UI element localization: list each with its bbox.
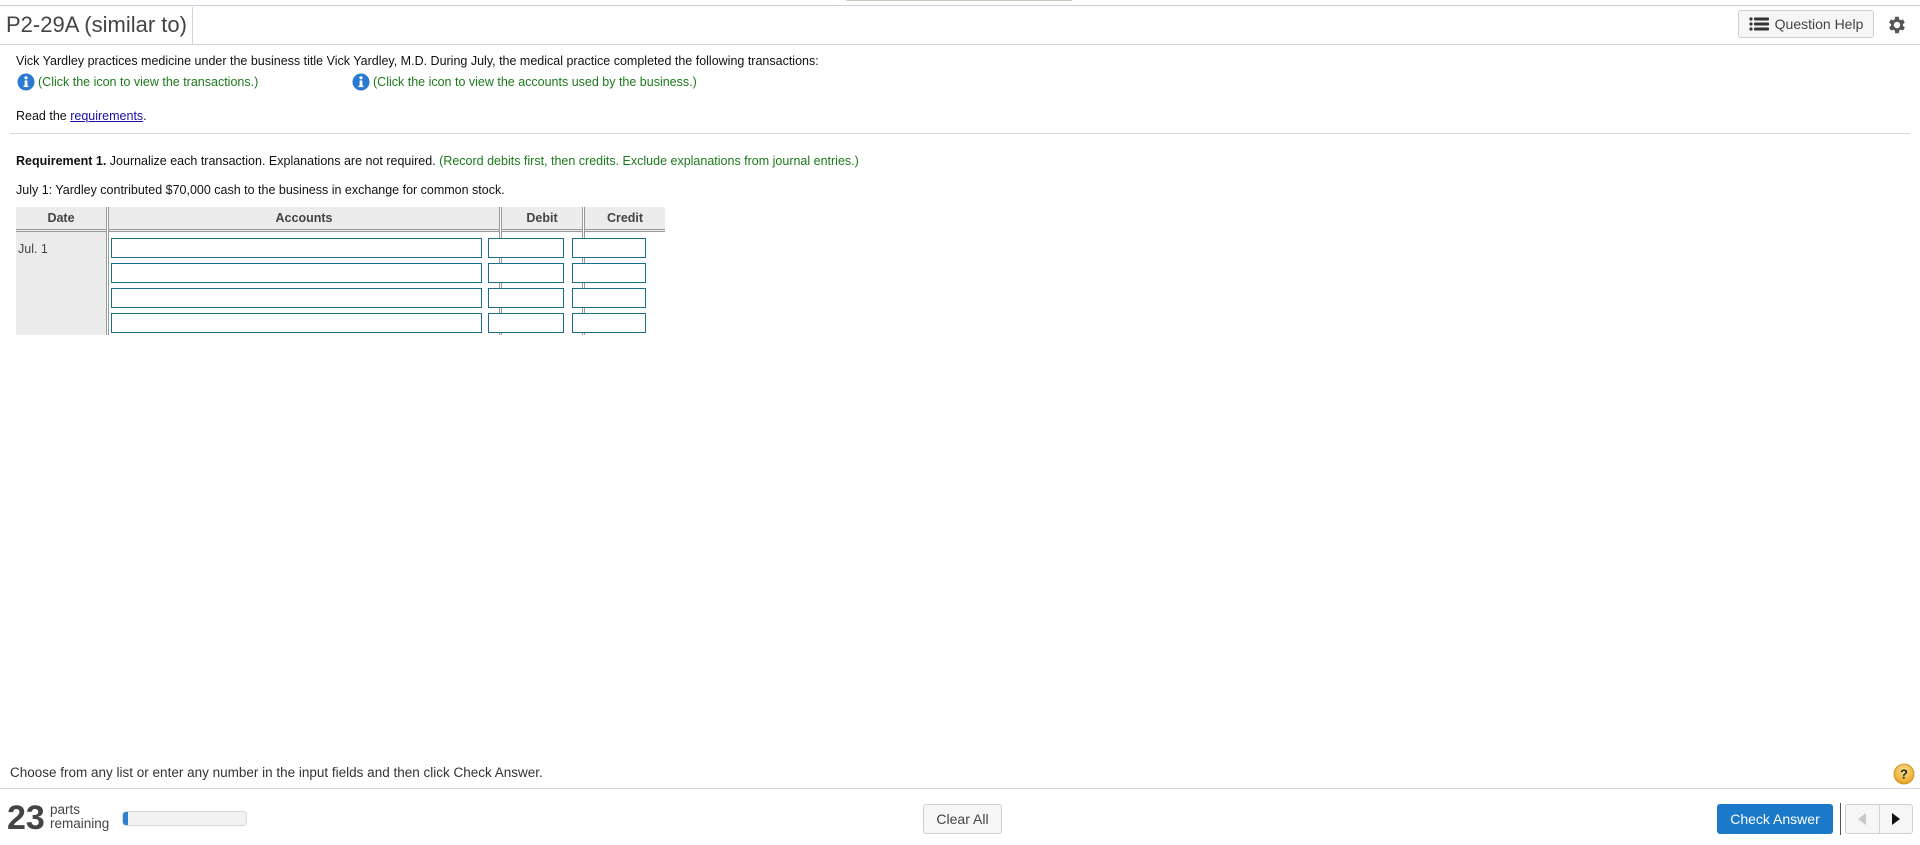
credit-input[interactable] (572, 313, 646, 333)
help-icon[interactable]: ? (1893, 763, 1915, 785)
account-input[interactable] (111, 263, 482, 283)
info-icon[interactable] (17, 73, 35, 91)
previous-button[interactable] (1846, 805, 1879, 833)
requirement-label: Requirement 1. (16, 154, 107, 168)
parts-label-line1: parts (50, 802, 81, 817)
list-icon (1749, 17, 1769, 31)
nav-separator (1840, 803, 1841, 835)
page-title: P2-29A (similar to) (6, 12, 187, 37)
requirement-body: Journalize each transaction. Explanation… (106, 154, 440, 168)
divider (10, 133, 1910, 134)
date-cell: Jul. 1 (18, 242, 48, 256)
transactions-info-text[interactable]: (Click the icon to view the transactions… (38, 75, 258, 89)
read-suffix: . (143, 109, 147, 123)
read-prefix: Read the (16, 109, 71, 123)
debit-input[interactable] (488, 313, 564, 333)
account-input[interactable] (111, 238, 482, 258)
parts-label-line2: remaining (50, 816, 110, 831)
credit-input[interactable] (572, 263, 646, 283)
header-date: Date (16, 207, 106, 232)
parts-remaining-count: 23 (7, 799, 45, 837)
problem-intro: Vick Yardley practices medicine under th… (16, 54, 819, 68)
accounts-info-link[interactable]: (Click the icon to view the accounts use… (352, 73, 697, 91)
account-input[interactable] (111, 313, 482, 333)
parts-remaining-label: parts remaining (50, 803, 109, 831)
question-navigation (1845, 804, 1913, 834)
debit-input[interactable] (488, 263, 564, 283)
header-debit: Debit (502, 207, 582, 232)
progress-bar (122, 811, 247, 826)
header-accounts: Accounts (109, 207, 499, 232)
triangle-right-icon (1891, 813, 1900, 825)
help-symbol: ? (1900, 767, 1908, 782)
info-icon[interactable] (352, 73, 370, 91)
column-separator (106, 207, 109, 335)
transactions-info-link[interactable]: (Click the icon to view the transactions… (17, 73, 258, 91)
clear-all-button[interactable]: Clear All (923, 804, 1002, 834)
requirements-link[interactable]: requirements (70, 109, 143, 123)
question-help-label: Question Help (1774, 16, 1864, 32)
read-requirements: Read the requirements. (16, 109, 147, 123)
requirement-hint: (Record debits first, then credits. Excl… (439, 154, 859, 168)
check-answer-button[interactable]: Check Answer (1717, 804, 1833, 834)
journal-table: Date Accounts Debit Credit Jul. 1 (16, 207, 665, 335)
credit-input[interactable] (572, 288, 646, 308)
header: P2-29A (similar to) Question Help (0, 6, 1920, 45)
transaction-text: July 1: Yardley contributed $70,000 cash… (16, 183, 505, 197)
footer-instruction: Choose from any list or enter any number… (10, 765, 543, 780)
question-help-button[interactable]: Question Help (1738, 10, 1874, 38)
next-button[interactable] (1878, 805, 1913, 833)
top-tab-edge (846, 0, 1072, 1)
debit-input[interactable] (488, 238, 564, 258)
title-divider (192, 7, 193, 44)
accounts-info-text[interactable]: (Click the icon to view the accounts use… (373, 75, 697, 89)
debit-input[interactable] (488, 288, 564, 308)
account-input[interactable] (111, 288, 482, 308)
footer-divider (0, 788, 1920, 789)
credit-input[interactable] (572, 238, 646, 258)
triangle-left-icon (1858, 813, 1867, 825)
gear-icon[interactable] (1886, 14, 1908, 36)
progress-fill (123, 812, 128, 825)
requirement-text: Requirement 1. Journalize each transacti… (16, 154, 859, 168)
header-credit: Credit (585, 207, 665, 232)
